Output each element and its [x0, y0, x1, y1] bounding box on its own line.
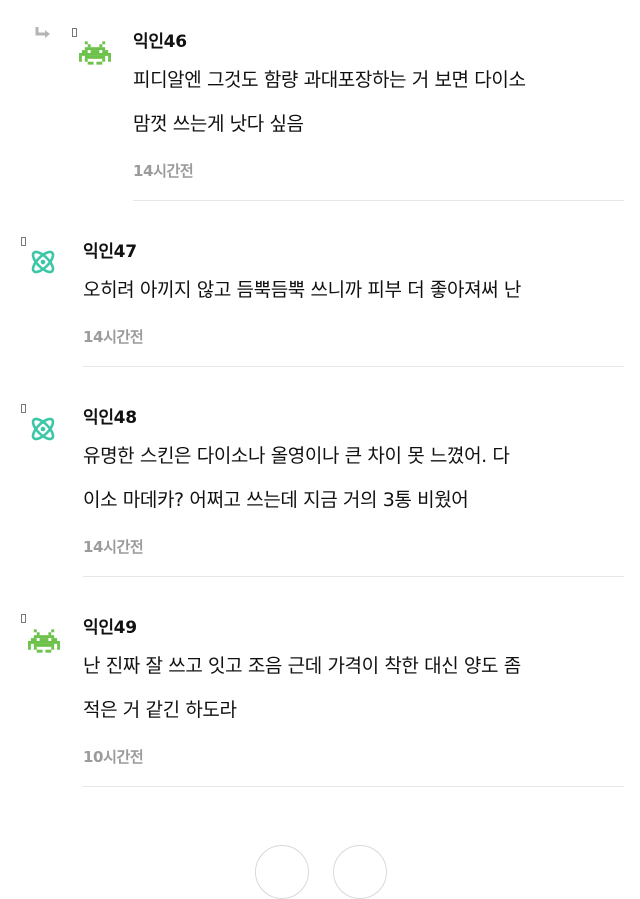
comment-text-line: 피디알엔 그것도 함량 과대포장하는 거 보면 다이소 [133, 69, 526, 91]
comment-divider [83, 786, 624, 787]
marker-icon [21, 237, 26, 246]
space-invader-icon [28, 629, 60, 653]
next-page-button[interactable] [333, 845, 387, 899]
comment-text-line: 난 진짜 잘 쓰고 잇고 조음 근데 가격이 착한 대신 양도 좀 [83, 655, 521, 677]
reply-arrow-icon [35, 27, 50, 38]
comment-time: 14시간전 [83, 328, 144, 346]
comment-divider [83, 576, 624, 577]
comment-time: 14시간전 [133, 162, 194, 180]
comment-author[interactable]: 익인47 [83, 237, 137, 262]
prev-page-button[interactable] [255, 845, 309, 899]
comment-author[interactable]: 익인46 [133, 27, 187, 52]
marker-icon [21, 614, 26, 623]
comment-text-line: 맘껏 쓰는게 낫다 싶음 [133, 113, 304, 135]
comment-author[interactable]: 익인48 [83, 403, 137, 428]
atom-icon [31, 250, 55, 274]
comment-text-line: 오히려 아끼지 않고 듬뿍듬뿍 쓰니까 피부 더 좋아져써 난 [83, 279, 521, 301]
comment-text-line: 이소 마데카? 어쩌고 쓰는데 지금 거의 3통 비웠어 [83, 489, 469, 511]
atom-icon [31, 417, 55, 441]
space-invader-icon [79, 41, 111, 65]
comment-author[interactable]: 익인49 [83, 613, 137, 638]
comment-time: 14시간전 [83, 538, 144, 556]
comment-text-line: 적은 거 같긴 하도라 [83, 699, 237, 721]
comment-time: 10시간전 [83, 748, 144, 766]
marker-icon [21, 404, 26, 413]
marker-icon [72, 28, 77, 37]
comment-divider [133, 200, 624, 201]
comment-text-line: 유명한 스킨은 다이소나 올영이나 큰 차이 못 느꼈어. 다 [83, 445, 510, 467]
comment-divider [83, 366, 624, 367]
